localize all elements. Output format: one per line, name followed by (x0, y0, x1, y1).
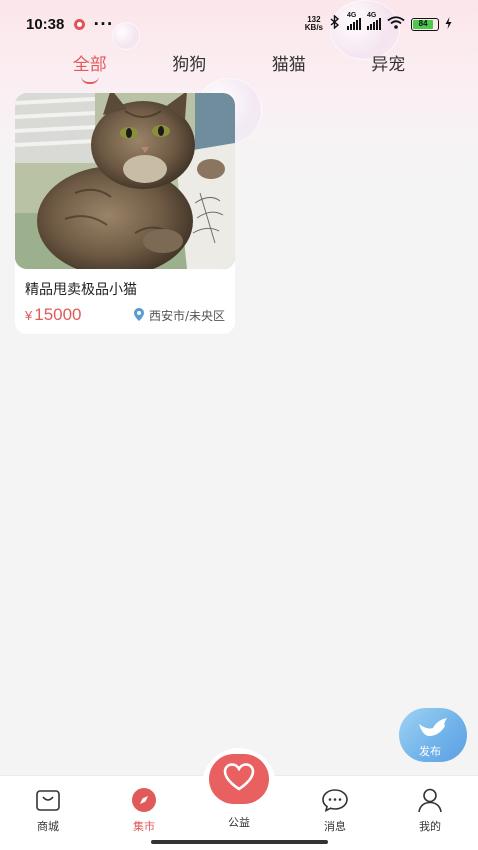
tab-cats[interactable]: 猫猫 (259, 44, 319, 84)
battery-level: 84 (413, 19, 434, 29)
tab-label: 异宠 (371, 55, 406, 75)
more-notifications-icon: ··· (93, 15, 114, 33)
charging-icon (445, 15, 452, 33)
signal-icon: 4G (367, 12, 381, 30)
price-value: 15000 (34, 305, 82, 324)
category-tabs: 全部 狗狗 猫猫 异宠 (0, 44, 478, 84)
status-bar: 10:38 ··· 132 KB/s 4G 4G 84 (0, 0, 478, 48)
shop-bag-icon (34, 786, 62, 814)
status-indicators: 132 KB/s 4G 4G 84 (305, 12, 452, 33)
chat-bubble-icon (321, 786, 349, 814)
signal-icon: 4G (347, 12, 361, 30)
location-pin-icon (133, 307, 144, 324)
bluetooth-icon (329, 14, 341, 33)
tab-dogs[interactable]: 狗狗 (159, 44, 219, 84)
location-text: 西安市/未央区 (148, 309, 225, 323)
tab-active-indicator (80, 76, 99, 84)
home-indicator[interactable] (151, 840, 328, 844)
tab-all[interactable]: 全部 (60, 44, 120, 84)
nav-item-charity[interactable] (209, 754, 269, 804)
publish-label: 发布 (419, 745, 441, 758)
publish-button[interactable]: 发布 (399, 708, 467, 762)
wifi-icon (387, 15, 405, 33)
listing-price: ¥15000 (25, 305, 82, 325)
compass-icon (130, 786, 158, 814)
tab-label: 猫猫 (271, 55, 306, 75)
listing-location: 西安市/未央区 (133, 307, 225, 324)
tab-label: 全部 (72, 55, 107, 75)
network-speed-unit: KB/s (304, 23, 323, 32)
charity-label: 公益 (228, 816, 250, 829)
location-pin-status-icon (74, 18, 86, 30)
listing-card[interactable]: 精品甩卖极品小猫 ¥15000 西安市/未央区 (15, 93, 235, 334)
currency-symbol: ¥ (25, 308, 33, 323)
heart-icon (222, 762, 256, 796)
person-icon (416, 786, 444, 814)
status-time: 10:38 (26, 15, 65, 33)
battery-icon: 84 (411, 17, 439, 31)
network-speed: 132 KB/s (305, 16, 323, 32)
network-type-label: 4G (367, 12, 377, 19)
listing-title: 精品甩卖极品小猫 (25, 282, 137, 298)
tab-label: 狗狗 (172, 55, 207, 75)
tab-exotic-pets[interactable]: 异宠 (358, 44, 418, 84)
kitten-photo (15, 93, 235, 269)
bird-icon (417, 714, 449, 746)
network-type-label: 4G (347, 12, 357, 19)
